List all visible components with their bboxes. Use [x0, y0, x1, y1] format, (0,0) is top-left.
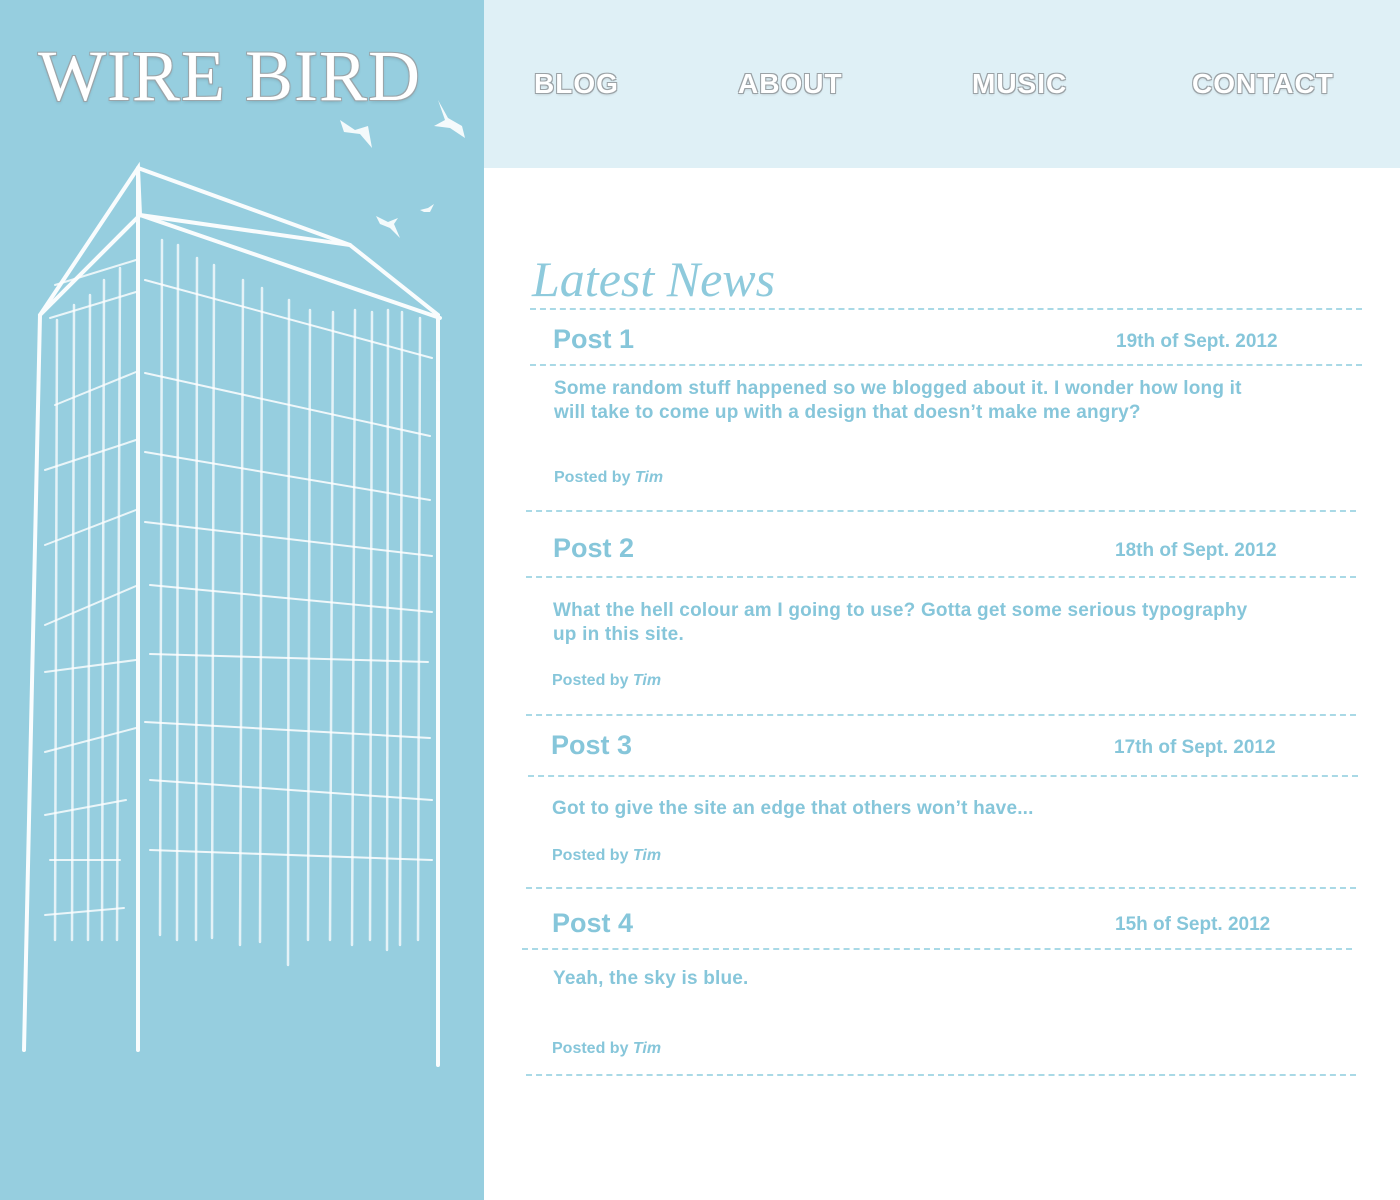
posted-by-label: Posted by — [552, 1040, 629, 1057]
divider — [522, 948, 1352, 950]
divider — [526, 576, 1356, 578]
posted-by-label: Posted by — [552, 847, 629, 864]
post-body: What the hell colour am I going to use? … — [553, 600, 1248, 645]
post-author[interactable]: Tim — [633, 672, 661, 689]
divider — [530, 308, 1362, 310]
post-title[interactable]: Post 1 — [553, 326, 634, 353]
bird-icon — [434, 100, 465, 138]
post-author[interactable]: Tim — [633, 847, 661, 864]
post-meta: Posted by Tim — [552, 848, 661, 864]
post-title[interactable]: Post 2 — [553, 535, 634, 562]
nav-music[interactable]: MUSIC — [972, 70, 1067, 98]
post-meta: Posted by Tim — [552, 1041, 661, 1057]
section-title: Latest News — [532, 251, 776, 307]
divider — [526, 714, 1356, 716]
post-author[interactable]: Tim — [633, 1040, 661, 1057]
bird-icon — [420, 204, 434, 212]
sidebar: WIRE BIRD — [0, 0, 484, 1200]
top-nav: BLOG ABOUT MUSIC CONTACT — [484, 0, 1400, 168]
post-meta: Posted by Tim — [552, 673, 661, 689]
post-title[interactable]: Post 3 — [551, 732, 632, 759]
main-content: Latest News Post 1 19th of Sept. 2012 So… — [484, 168, 1400, 1200]
divider — [526, 887, 1356, 889]
divider — [530, 364, 1362, 366]
divider — [526, 1074, 1356, 1076]
posted-by-label: Posted by — [552, 672, 629, 689]
bird-icon — [340, 120, 372, 148]
post-meta: Posted by Tim — [554, 470, 663, 486]
post-date: 19th of Sept. 2012 — [1116, 331, 1278, 352]
post-body: Got to give the site an edge that others… — [552, 798, 1034, 819]
post-body: Yeah, the sky is blue. — [553, 968, 749, 989]
site-title[interactable]: WIRE BIRD — [38, 40, 421, 112]
post-date: 17th of Sept. 2012 — [1114, 737, 1276, 758]
divider — [526, 510, 1356, 512]
divider — [528, 775, 1358, 777]
post-date: 18th of Sept. 2012 — [1115, 540, 1277, 561]
post-title[interactable]: Post 4 — [552, 910, 633, 937]
nav-blog[interactable]: BLOG — [534, 70, 619, 98]
post-date: 15h of Sept. 2012 — [1115, 914, 1271, 935]
building-illustration — [22, 100, 465, 1067]
bird-icon — [376, 216, 400, 238]
nav-contact[interactable]: CONTACT — [1192, 70, 1334, 98]
post-body: Some random stuff happened so we blogged… — [554, 378, 1242, 423]
nav-about[interactable]: ABOUT — [738, 70, 843, 98]
posted-by-label: Posted by — [554, 469, 631, 486]
post-author[interactable]: Tim — [635, 469, 663, 486]
